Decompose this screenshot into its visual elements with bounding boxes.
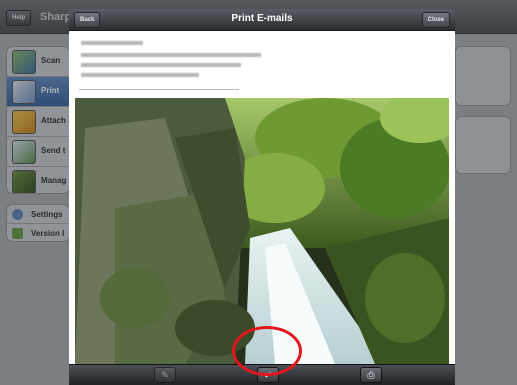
printer-icon: ⎙	[367, 370, 375, 380]
blurred-text	[81, 73, 199, 77]
close-button[interactable]: Close	[421, 12, 450, 28]
email-header-preview	[69, 31, 455, 99]
dialog-title: Print E-mails	[231, 13, 293, 24]
divider	[79, 89, 239, 90]
edit-button[interactable]: ✎	[154, 367, 176, 383]
waterfall-image	[75, 98, 449, 364]
blurred-text	[81, 63, 241, 67]
blurred-text	[81, 53, 261, 57]
attached-photo	[75, 98, 449, 364]
edit-icon: ✎	[161, 370, 169, 380]
print-button[interactable]: ⎙	[360, 367, 382, 383]
blurred-text	[81, 41, 143, 45]
dialog-header: Back Print E-mails Close	[69, 9, 455, 31]
highlight-circle	[232, 326, 302, 376]
